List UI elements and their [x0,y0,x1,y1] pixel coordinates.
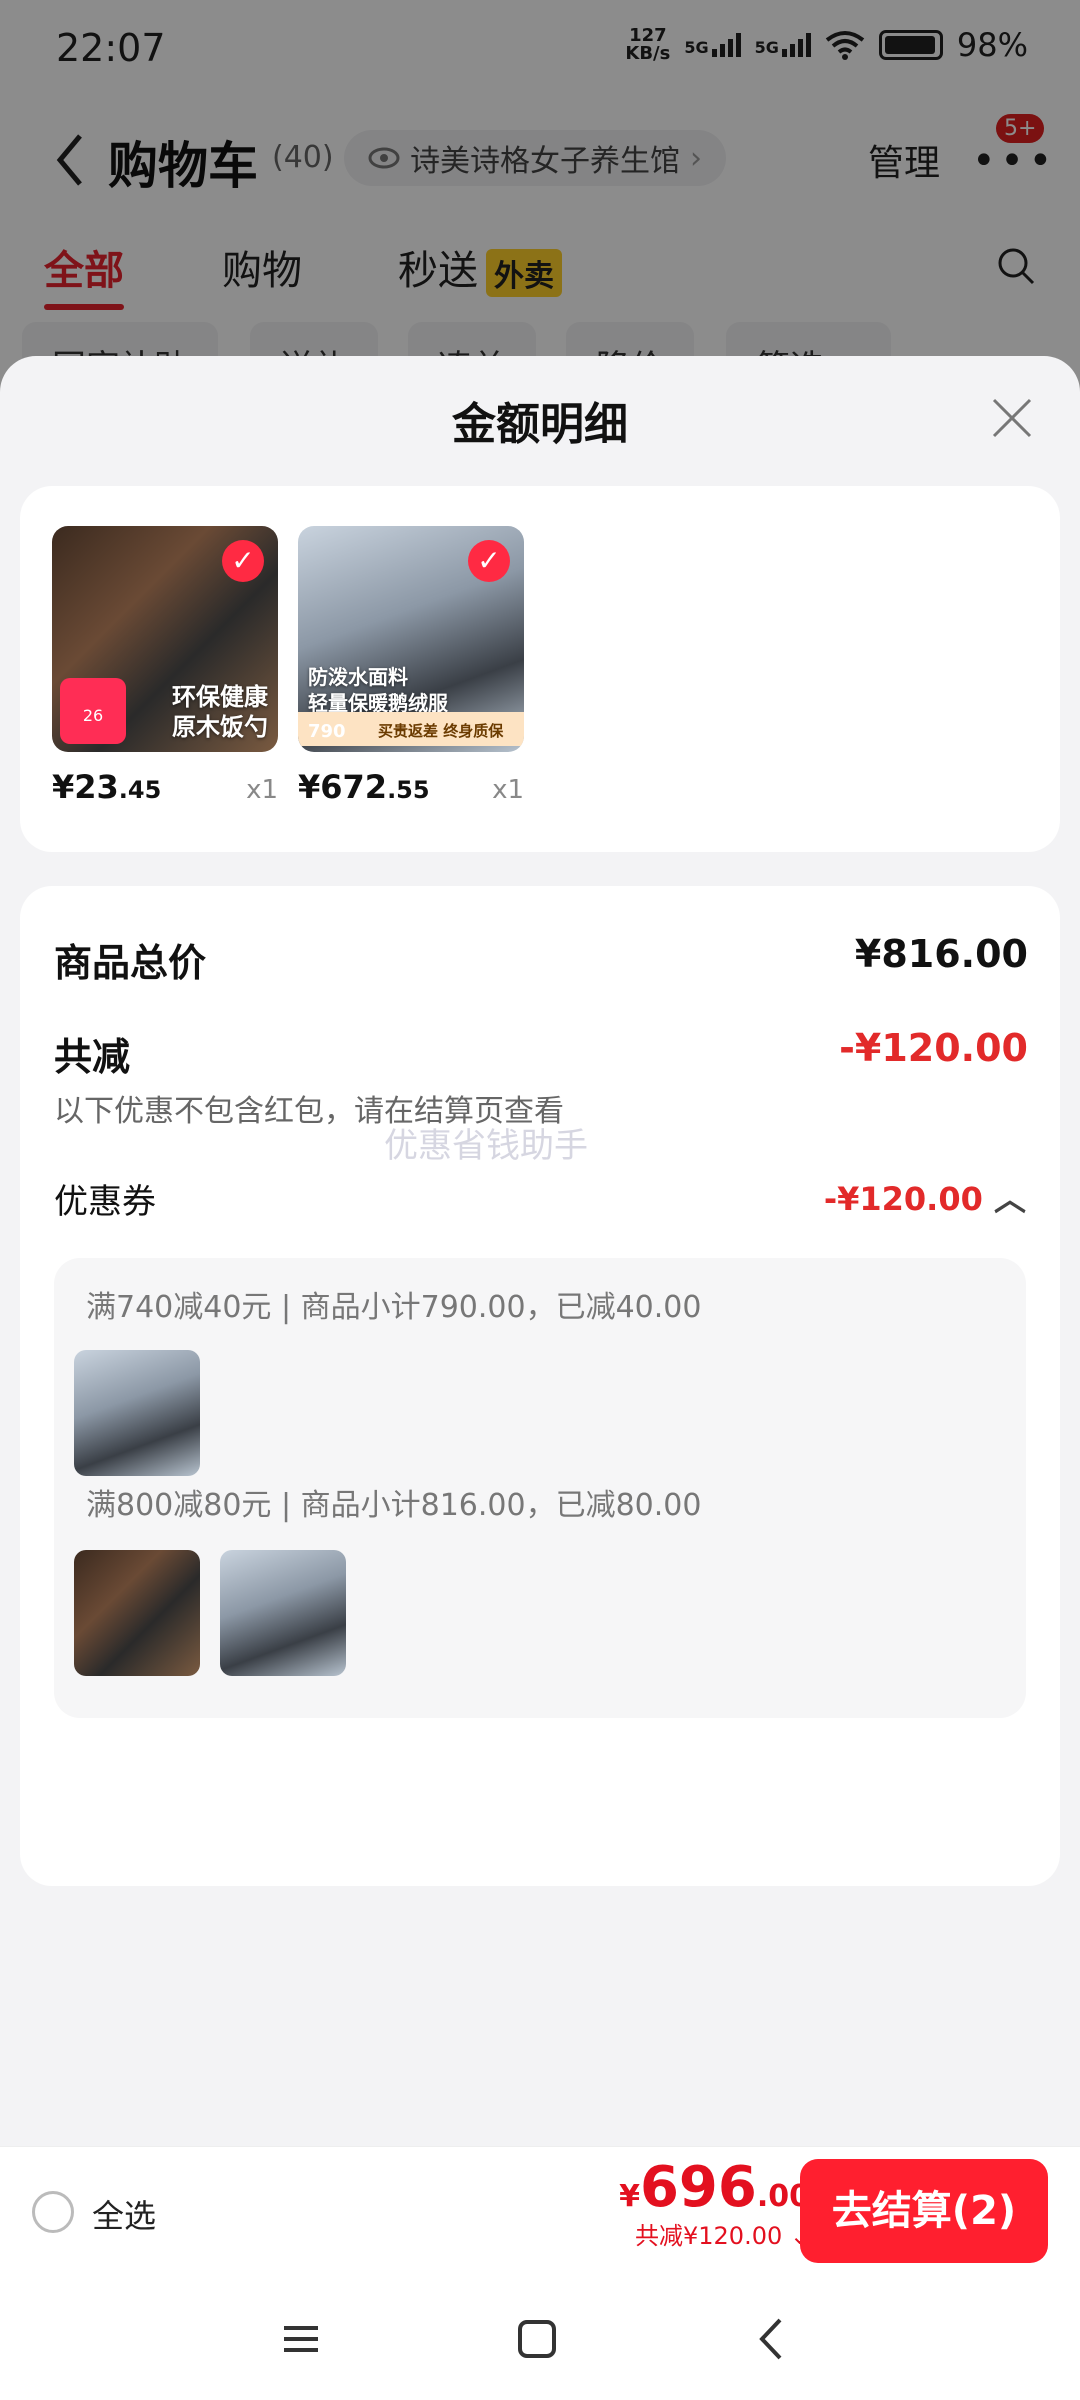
product-image-text: 环保健康 原木饭勺 [172,683,268,741]
total-price: ¥696.00 [619,2155,810,2220]
close-icon[interactable] [990,396,1034,440]
coupon-details: 满740减40元 | 商品小计790.00，已减40.00 满800减80元 |… [54,1258,1026,1718]
checkout-bar: 全选 ¥696.00 共减¥120.00 ⌄ 去结算(2) [0,2146,1080,2274]
product-item[interactable]: ✓ 防泼水面料 轻量保暖鹅绒服 买贵返差 终身质保 790 ¥672.55 x1 [298,526,524,806]
reduce-value: -¥120.00 [839,1026,1028,1070]
amount-detail-sheet: 金额明细 ✓ 26 环保健康 原木饭勺 ¥23.45 x1 ✓ 防泼水面料 轻量… [0,356,1080,2146]
selected-products-card: ✓ 26 环保健康 原木饭勺 ¥23.45 x1 ✓ 防泼水面料 轻量保暖鹅绒服… [20,486,1060,852]
coupon-label: 优惠券 [54,1182,156,1222]
total-label: 商品总价 [54,941,207,985]
coupon-rule-2: 满800减80元 | 商品小计816.00，已减80.00 [86,1488,702,1523]
home-icon[interactable] [512,2314,562,2364]
coupon-product-thumb [220,1550,346,1676]
system-nav-bar [0,2274,1080,2400]
chevron-up-icon: ︿ [993,1180,1026,1218]
product-price: ¥672.55 [298,768,430,806]
checked-icon: ✓ [222,540,264,582]
product-qty: x1 [492,775,524,805]
total-discount[interactable]: 共减¥120.00 ⌄ [619,2216,810,2251]
product-item[interactable]: ✓ 26 环保健康 原木饭勺 ¥23.45 x1 [52,526,278,806]
checked-icon: ✓ [468,540,510,582]
coupon-product-thumb [74,1350,200,1476]
price-breakdown-card: 商品总价 ¥816.00 共减 -¥120.00 以下优惠不包含红包，请在结算页… [20,886,1060,1886]
back-icon[interactable] [748,2314,798,2364]
product-image: ✓ 防泼水面料 轻量保暖鹅绒服 买贵返差 终身质保 790 [298,526,524,752]
coupon-value[interactable]: -¥120.00 ︿ [824,1174,1026,1220]
menu-icon[interactable] [276,2314,326,2364]
select-all-radio[interactable] [32,2191,74,2233]
total-summary: ¥696.00 共减¥120.00 ⌄ [619,2155,810,2251]
coupon-rule-1: 满740减40元 | 商品小计790.00，已减40.00 [86,1290,702,1325]
product-price: ¥23.45 [52,768,162,806]
checkout-button[interactable]: 去结算(2) [800,2159,1048,2263]
price-tag-box: 26 [60,678,126,744]
watermark: 优惠省钱助手 [384,1126,588,1166]
sheet-title: 金额明细 [452,399,628,450]
product-qty: x1 [246,775,278,805]
coupon-product-thumb [74,1550,200,1676]
select-all-label[interactable]: 全选 [92,2191,156,2237]
total-value: ¥816.00 [854,932,1028,976]
product-image-text: 防泼水面料 轻量保暖鹅绒服 [308,665,448,715]
reduce-label: 共减 [54,1035,131,1079]
product-image-price: 790 [308,721,346,742]
product-image: ✓ 26 环保健康 原木饭勺 [52,526,278,752]
